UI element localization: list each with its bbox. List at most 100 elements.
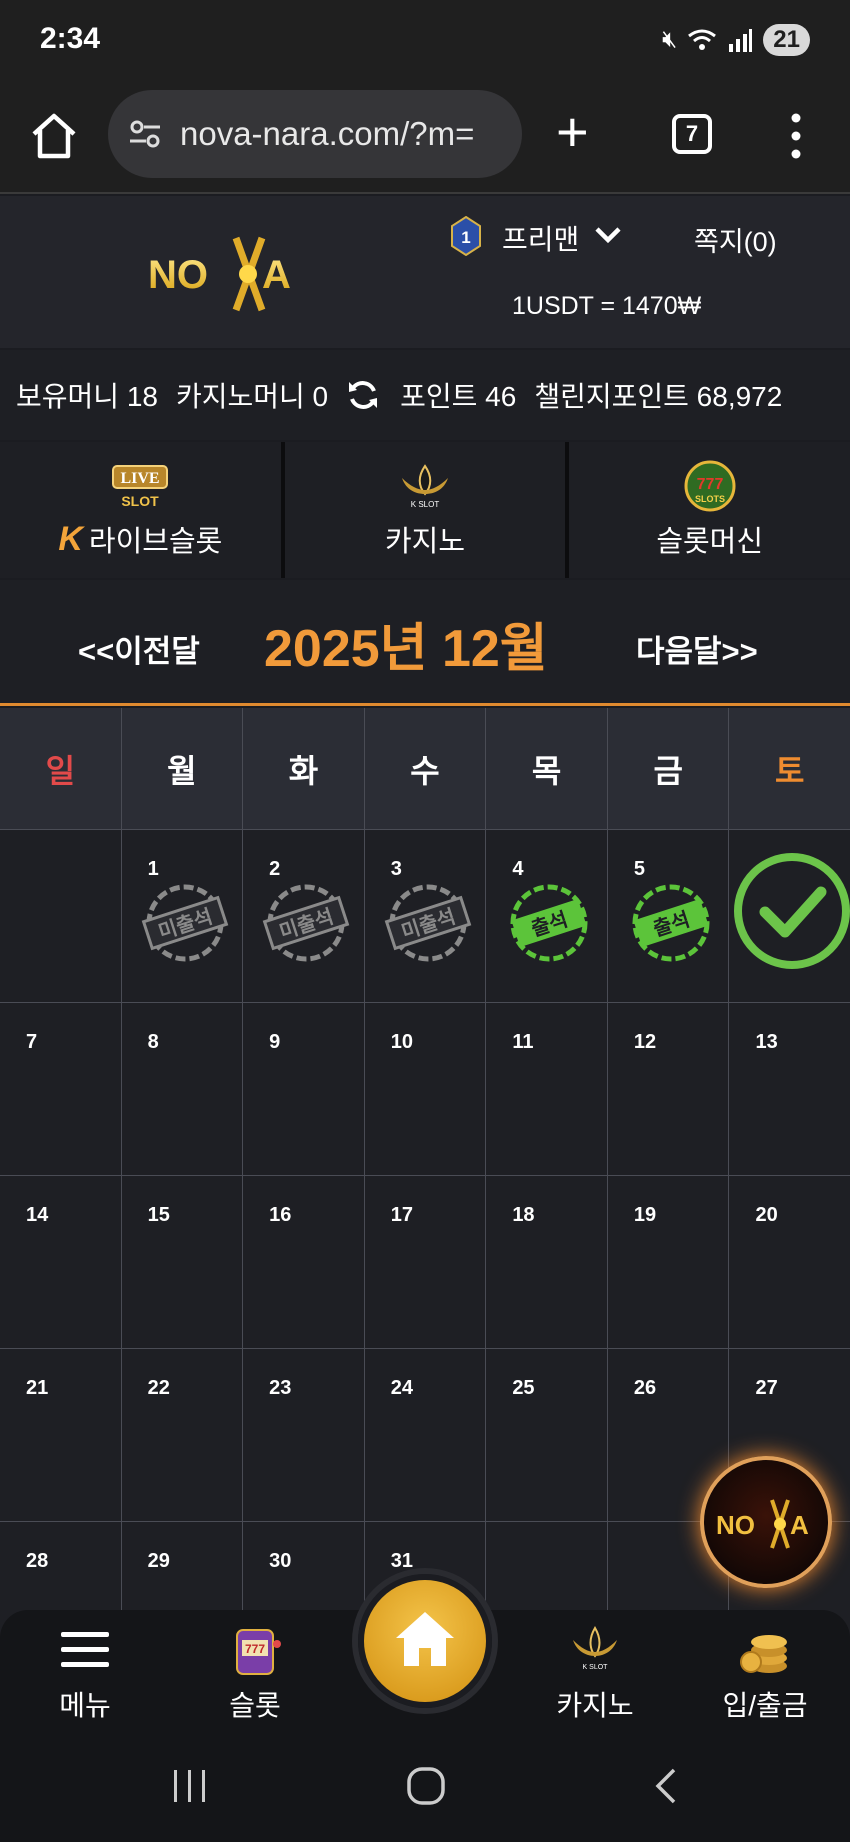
nova-logo: NO A <box>716 1499 809 1549</box>
calendar-day-today[interactable] <box>729 830 850 1003</box>
calendar-week: 7 8 9 10 11 12 13 <box>0 1003 850 1176</box>
day-number: 31 <box>390 1550 413 1572</box>
nav-menu[interactable]: 메뉴 <box>15 1622 155 1724</box>
category-label: 라이브슬롯 <box>88 526 223 558</box>
battery-indicator: 21 <box>763 24 810 56</box>
check-icon[interactable] <box>733 852 850 970</box>
day-number: 19 <box>633 1204 657 1226</box>
day-number: 29 <box>147 1550 170 1572</box>
weekday-tue: 화 <box>243 708 365 830</box>
day-number: 21 <box>26 1377 49 1399</box>
nav-deposit-withdraw[interactable]: 입/출금 <box>695 1622 835 1724</box>
prev-month-button[interactable]: <<이전달 <box>78 626 200 671</box>
calendar-day[interactable]: 3 미출석 <box>364 830 487 1003</box>
svg-text:출석: 출석 <box>528 907 570 941</box>
home-icon[interactable] <box>28 110 80 162</box>
calendar-day[interactable]: 19 <box>607 1176 730 1349</box>
day-number: 26 <box>633 1377 657 1399</box>
calendar-day[interactable]: 12 <box>607 1003 730 1176</box>
weekday-wed: 수 <box>364 708 487 830</box>
category-slot-machine[interactable]: 777 SLOTS 슬롯머신 <box>569 442 850 578</box>
url-bar[interactable]: nova-nara.com/?m= <box>108 90 522 178</box>
balance-bar: 보유머니 18 카지노머니 0 포인트 46 챌린지포인트 68,972 <box>0 350 850 440</box>
day-number: 18 <box>512 1204 535 1226</box>
calendar-day[interactable]: 17 <box>364 1176 487 1349</box>
category-nav: LIVE SLOT K 라이브슬롯 K SLOT 카지노 777 SLOTS 슬롯머신 <box>0 442 850 578</box>
calendar-title: 2025년 12월 <box>264 620 548 678</box>
new-tab-button[interactable]: + <box>556 104 589 160</box>
floating-nova-button[interactable]: NO A <box>700 1456 832 1588</box>
refresh-icon[interactable] <box>346 378 380 412</box>
svg-text:SLOT: SLOT <box>122 493 160 509</box>
calendar-day[interactable]: 20 <box>729 1176 850 1349</box>
site-settings-icon[interactable] <box>128 117 162 151</box>
points: 포인트 46 <box>400 381 517 412</box>
back-icon[interactable] <box>650 1766 680 1806</box>
calendar-day[interactable]: 22 <box>121 1349 244 1522</box>
username[interactable]: 프리맨 <box>502 218 579 258</box>
calendar-day[interactable]: 4 출석 <box>486 830 608 1003</box>
calendar-day[interactable]: 16 <box>243 1176 365 1349</box>
day-number: 20 <box>755 1204 778 1226</box>
challenge-points: 챌린지포인트 68,972 <box>534 381 783 412</box>
svg-text:K SLOT: K SLOT <box>583 1664 609 1671</box>
tab-switcher-button[interactable]: 7 <box>672 114 712 154</box>
day-number: 27 <box>755 1377 778 1399</box>
weekday-sat: 토 <box>729 708 850 830</box>
calendar-day[interactable]: 10 <box>364 1003 487 1176</box>
present-stamp-icon: 출석 <box>632 884 710 962</box>
calendar-day[interactable]: 24 <box>364 1349 487 1522</box>
777-slots-icon: 777SLOTS <box>684 460 736 512</box>
day-number: 12 <box>633 1031 657 1053</box>
chevron-down-icon[interactable] <box>594 224 622 246</box>
absent-stamp-icon: 미출석 <box>262 884 350 962</box>
nav-label: 메뉴 <box>59 1690 111 1721</box>
calendar-day[interactable]: 25 <box>486 1349 608 1522</box>
nav-slot[interactable]: 777 슬롯 <box>185 1622 325 1724</box>
url-text[interactable]: nova-nara.com/?m= <box>180 115 520 153</box>
svg-text:K SLOT: K SLOT <box>411 500 440 509</box>
calendar-day[interactable]: 14 <box>0 1176 122 1349</box>
coins-icon <box>740 1635 787 1673</box>
weekday-mon: 월 <box>121 708 244 830</box>
calendar-day[interactable]: 8 <box>121 1003 244 1176</box>
day-number: 8 <box>147 1031 159 1053</box>
site-header: NO A 1 프리맨 쪽지(0) 1USDT = 1470₩ <box>0 196 850 348</box>
absent-stamp-icon: 미출석 <box>384 884 472 962</box>
calendar-day[interactable]: 2 미출석 <box>243 830 365 1003</box>
k-slot-lotus-icon: K SLOT <box>573 1626 617 1671</box>
day-number: 23 <box>269 1377 292 1399</box>
nova-logo[interactable]: NO A <box>140 232 320 316</box>
k-slot-lotus-icon: K SLOT <box>402 464 448 509</box>
calendar-day[interactable]: 11 <box>486 1003 608 1176</box>
month-navigation: <<이전달 2025년 12월 다음달>> <box>0 580 850 706</box>
calendar-day[interactable]: 1 미출석 <box>121 830 244 1003</box>
day-number: 16 <box>269 1204 292 1226</box>
nav-casino[interactable]: K SLOT 카지노 <box>525 1622 665 1724</box>
day-number: 9 <box>269 1031 281 1053</box>
calendar-day[interactable]: 9 <box>243 1003 365 1176</box>
day-number: 11 <box>512 1031 534 1053</box>
calendar-day[interactable]: 5 출석 <box>607 830 730 1003</box>
slot-machine-icon: 777 <box>236 1629 281 1675</box>
calendar-day[interactable]: 18 <box>486 1176 608 1349</box>
calendar-day-empty <box>0 830 122 1003</box>
home-nav-icon[interactable] <box>406 1766 446 1806</box>
recent-apps-icon[interactable] <box>170 1768 210 1804</box>
category-casino[interactable]: K SLOT 카지노 <box>285 442 570 578</box>
rank-badge-icon: 1 <box>451 216 481 256</box>
home-button[interactable] <box>358 1574 492 1708</box>
category-live-slot[interactable]: LIVE SLOT K 라이브슬롯 <box>0 442 285 578</box>
more-options-icon[interactable] <box>780 110 812 162</box>
day-number: 30 <box>269 1550 292 1572</box>
day-number: 17 <box>390 1204 413 1226</box>
calendar-day[interactable]: 13 <box>729 1003 850 1176</box>
next-month-button[interactable]: 다음달>> <box>636 626 758 671</box>
calendar-week: 14 15 16 17 18 19 20 <box>0 1176 850 1349</box>
calendar-day[interactable]: 7 <box>0 1003 122 1176</box>
calendar-day[interactable]: 21 <box>0 1349 122 1522</box>
messages-link[interactable]: 쪽지(0) <box>694 220 777 259</box>
calendar-day[interactable]: 23 <box>243 1349 365 1522</box>
nav-label: 슬롯 <box>229 1690 281 1721</box>
calendar-day[interactable]: 15 <box>121 1176 244 1349</box>
